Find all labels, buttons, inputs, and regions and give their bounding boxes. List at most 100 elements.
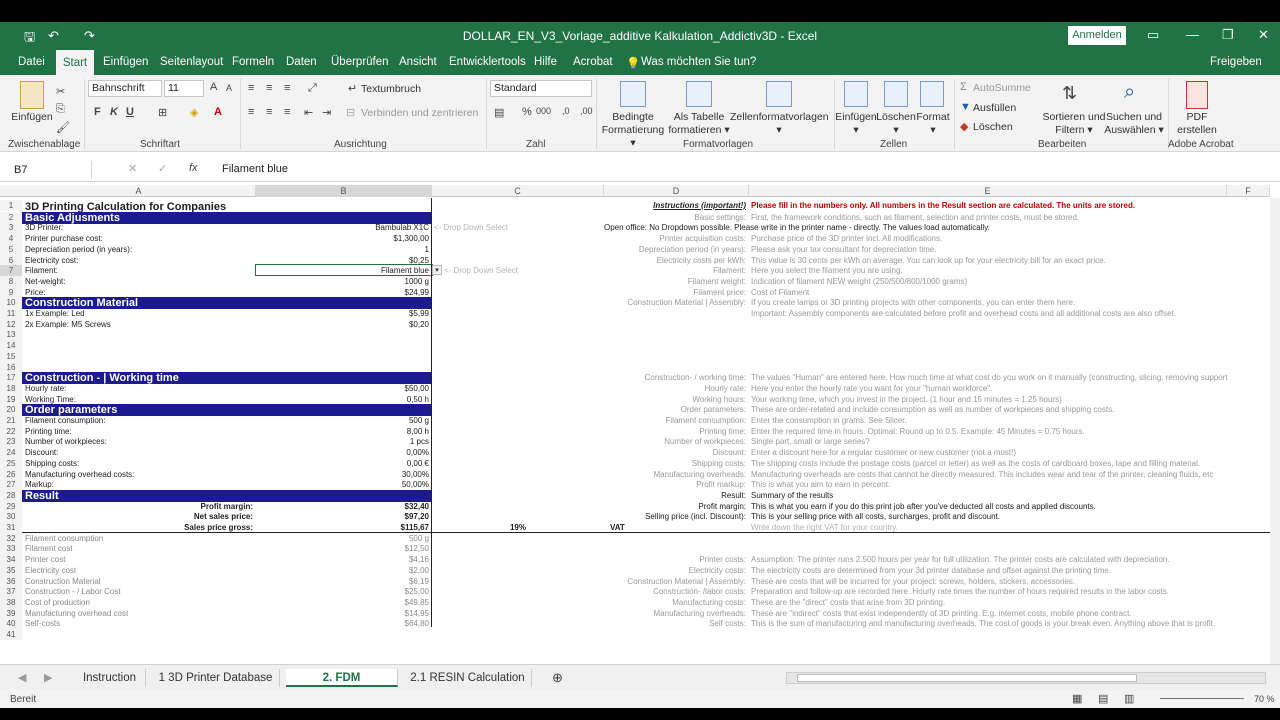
cell[interactable]: Printing time:: [604, 426, 746, 437]
instructions-note[interactable]: Please fill in the numbers only. All num…: [751, 200, 1221, 211]
cell[interactable]: 1: [256, 244, 431, 255]
row-header[interactable]: 14: [0, 340, 22, 352]
cell[interactable]: Hourly rate:: [25, 383, 255, 394]
cell[interactable]: Profit margin:: [25, 501, 255, 512]
cell[interactable]: Filament price:: [604, 287, 746, 298]
bold-icon[interactable]: F: [94, 106, 101, 118]
cell[interactable]: Electricity cost: [25, 565, 255, 576]
cell[interactable]: Shipping costs:: [604, 458, 746, 469]
fill-color-icon[interactable]: ◈: [190, 106, 198, 119]
cell[interactable]: Construction- / working time:: [604, 372, 746, 383]
column-header-e[interactable]: E: [749, 185, 1227, 197]
cell[interactable]: Discount:: [604, 447, 746, 458]
cut-icon[interactable]: ✂: [56, 85, 65, 98]
autosum-button[interactable]: AutoSumme: [973, 82, 1031, 94]
tab-einfuegen[interactable]: Einfügen: [103, 56, 148, 68]
vertical-scrollbar[interactable]: [1270, 198, 1280, 664]
cell[interactable]: Profit margin:: [604, 501, 746, 512]
cell[interactable]: Shipping costs:: [25, 458, 255, 469]
cell[interactable]: Printer cost: [25, 554, 255, 565]
row-header[interactable]: 13: [0, 329, 22, 341]
cell[interactable]: 500 g: [256, 415, 431, 426]
cell[interactable]: 1 pcs: [256, 436, 431, 447]
cell[interactable]: Filament weight:: [604, 276, 746, 287]
cell[interactable]: Discount:: [25, 447, 255, 458]
tab-entwicklertools[interactable]: Entwicklertools: [449, 56, 526, 68]
cell[interactable]: Filament consumption:: [604, 415, 746, 426]
worksheet-grid[interactable]: 1 2 3 4 5 6 7 8 9 10 11 12 13 14 15 16 17 18 19 20 21 22 23 24 2…: [0, 198, 1270, 664]
cell[interactable]: Manufacturing overheads are costs that c…: [751, 469, 1270, 480]
cell[interactable]: Selling price (incl. Discount):: [604, 511, 746, 522]
cell[interactable]: 0,00%: [256, 447, 431, 458]
column-header-f[interactable]: F: [1227, 185, 1270, 197]
font-size-dropdown[interactable]: 11: [164, 80, 204, 97]
cell[interactable]: Manufacturing costs:: [604, 597, 746, 608]
cell[interactable]: $2,00: [256, 565, 431, 576]
cell[interactable]: 0,00 €: [256, 458, 431, 469]
tab-daten[interactable]: Daten: [286, 56, 317, 68]
border-icon[interactable]: ⊞: [158, 106, 167, 119]
row-header[interactable]: 27: [0, 479, 22, 491]
cell[interactable]: The values "Human" are entered here. How…: [751, 372, 1270, 383]
row-header[interactable]: 36: [0, 575, 22, 587]
cell[interactable]: 30,00%: [256, 469, 431, 480]
cell[interactable]: Assumption: The printer runs 2.500 hours…: [751, 554, 1270, 565]
row-header[interactable]: 41: [0, 629, 22, 640]
cell[interactable]: $64,80: [256, 618, 431, 629]
row-header[interactable]: 37: [0, 586, 22, 598]
conditional-formatting-icon[interactable]: [620, 81, 646, 107]
zoom-slider[interactable]: [1160, 698, 1244, 699]
format-as-table-button[interactable]: Als Tabelle formatieren ▾: [664, 111, 734, 137]
insert-function-icon[interactable]: fx: [189, 162, 198, 174]
row-header[interactable]: 5: [0, 243, 22, 255]
row-header[interactable]: 11: [0, 308, 22, 319]
cell[interactable]: Working hours:: [604, 394, 746, 405]
cell[interactable]: Electricity costs per kWh:: [604, 255, 746, 266]
cell[interactable]: If you create lamps or 3D printing proje…: [751, 297, 1270, 308]
tab-acrobat[interactable]: Acrobat: [573, 56, 613, 68]
cell[interactable]: Your working time, which you invest in t…: [751, 394, 1270, 405]
row-header[interactable]: 19: [0, 393, 22, 405]
cell-styles-icon[interactable]: [766, 81, 792, 107]
open-office-note[interactable]: Open office: No Dropdown possible. Pleas…: [604, 222, 1074, 233]
drop-down-hint[interactable]: <- Drop Down Select: [434, 222, 584, 233]
normal-view-icon[interactable]: ▦: [1072, 692, 1082, 705]
cell[interactable]: Cost of production: [25, 597, 255, 608]
increase-decimal-icon[interactable]: ,0: [562, 106, 570, 116]
fill-button[interactable]: Ausfüllen: [973, 102, 1016, 114]
align-center-icon[interactable]: ≡: [266, 106, 272, 118]
cell[interactable]: Here you enter the hourly rate you want …: [751, 383, 1270, 394]
cell[interactable]: Printer costs:: [604, 554, 746, 565]
row-header[interactable]: 33: [0, 543, 22, 555]
row-header[interactable]: 12: [0, 318, 22, 330]
cell[interactable]: Manufacturing overheads:: [604, 608, 747, 619]
cell[interactable]: Number of workpieces:: [604, 436, 746, 447]
cell[interactable]: Number of workpieces:: [25, 436, 255, 447]
cell[interactable]: Construction Material: [25, 576, 255, 587]
cell[interactable]: Electricity costs:: [604, 565, 746, 576]
find-select-button[interactable]: Suchen und Auswählen ▾: [1102, 111, 1166, 137]
row-header[interactable]: 15: [0, 350, 22, 362]
row-header[interactable]: 29: [0, 500, 22, 512]
drop-down-hint[interactable]: <- Drop Down Select: [444, 265, 594, 276]
row-header[interactable]: 25: [0, 457, 22, 469]
number-format-dropdown[interactable]: Standard: [490, 80, 592, 97]
row-header[interactable]: 30: [0, 511, 22, 523]
row-header[interactable]: 40: [0, 618, 22, 630]
font-color-icon[interactable]: A: [214, 106, 222, 118]
row-header[interactable]: 24: [0, 447, 22, 459]
row-header[interactable]: 38: [0, 596, 22, 608]
cell-styles-button[interactable]: Zellenformatvorlagen ▾: [730, 111, 829, 137]
cell[interactable]: Here you select the filament you are usi…: [751, 265, 1270, 276]
format-as-table-icon[interactable]: [686, 81, 712, 107]
row-header[interactable]: 34: [0, 554, 22, 566]
cell[interactable]: Single part, small or large series?: [751, 436, 1270, 447]
instructions-heading[interactable]: Instructions (important!): [604, 200, 746, 211]
cell[interactable]: Enter a discount here for a regular cust…: [751, 447, 1270, 458]
row-header[interactable]: 17: [0, 372, 22, 384]
column-header-b[interactable]: B: [256, 185, 432, 197]
cell[interactable]: $4,16: [256, 554, 431, 565]
tab-ueberpruefen[interactable]: Überprüfen: [331, 56, 389, 68]
tab-start[interactable]: Start: [56, 50, 94, 75]
cell[interactable]: Printer purchase cost:: [25, 233, 255, 244]
